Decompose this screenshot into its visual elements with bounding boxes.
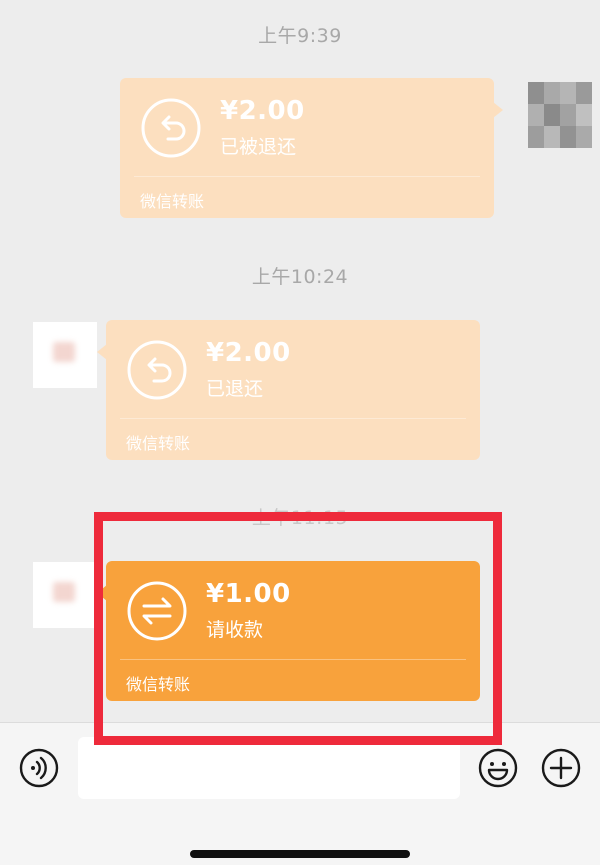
transfer-amount: ¥2.00 bbox=[206, 338, 291, 368]
bubble-tail bbox=[97, 344, 107, 360]
avatar-other[interactable] bbox=[33, 322, 97, 388]
avatar-self[interactable] bbox=[528, 82, 592, 148]
timestamp: 上午10:24 bbox=[251, 266, 349, 288]
avatar-other[interactable] bbox=[33, 562, 97, 628]
transfer-amount: ¥2.00 bbox=[220, 96, 305, 126]
emoji-icon[interactable] bbox=[478, 748, 518, 788]
card-divider bbox=[120, 418, 466, 419]
home-indicator[interactable] bbox=[190, 850, 410, 858]
chat-screen: 上午9:39 ¥2.00 已被退还 微信转账 上午10:24 ¥2.00 已退还… bbox=[0, 0, 600, 865]
refund-arrow-icon bbox=[141, 98, 201, 158]
transfer-status: 已被退还 bbox=[220, 136, 297, 158]
bubble-tail bbox=[493, 102, 503, 118]
refund-arrow-icon bbox=[127, 340, 187, 400]
transfer-brand-label: 微信转账 bbox=[140, 192, 205, 211]
highlight-frame bbox=[94, 512, 502, 745]
timestamp: 上午9:39 bbox=[258, 25, 342, 47]
transfer-brand-label: 微信转账 bbox=[126, 434, 191, 453]
voice-icon[interactable] bbox=[19, 748, 59, 788]
message-input[interactable] bbox=[78, 737, 460, 799]
transfer-status: 已退还 bbox=[206, 378, 264, 400]
transfer-card-refunded-other[interactable]: ¥2.00 已退还 微信转账 bbox=[97, 320, 480, 460]
transfer-card-refunded-self[interactable]: ¥2.00 已被退还 微信转账 bbox=[120, 78, 503, 218]
plus-icon[interactable] bbox=[541, 748, 581, 788]
card-divider bbox=[134, 176, 480, 177]
avatar-image bbox=[53, 342, 75, 362]
avatar-image bbox=[53, 582, 75, 602]
